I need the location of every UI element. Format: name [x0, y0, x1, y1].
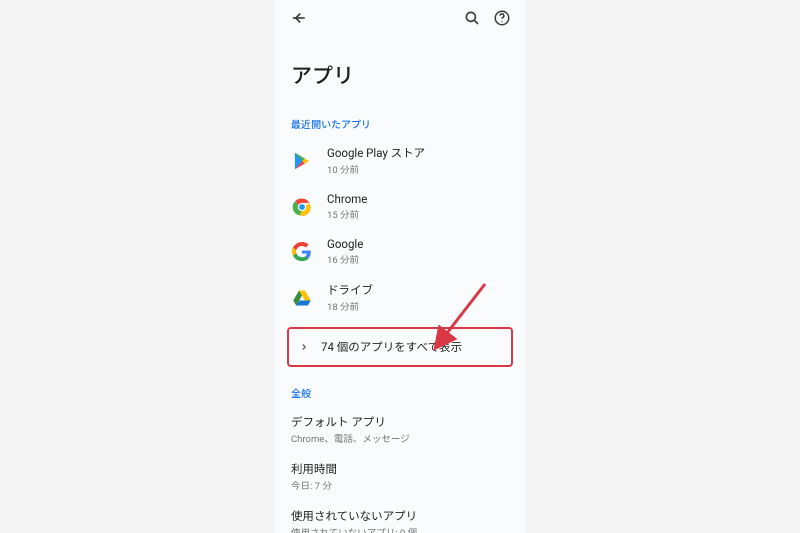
- general-usage-time[interactable]: 利用時間 今日: 7 分: [275, 453, 525, 500]
- back-button[interactable]: [287, 7, 309, 29]
- app-name: Chrome: [327, 192, 367, 206]
- app-row-google[interactable]: Google 16 分前: [275, 229, 525, 274]
- search-icon: [463, 9, 481, 27]
- top-app-bar: [275, 0, 525, 36]
- app-sub: 18 分前: [327, 299, 373, 313]
- show-all-label: 74 個のアプリをすべて表示: [321, 339, 462, 355]
- app-row-drive[interactable]: ドライブ 18 分前: [275, 274, 525, 321]
- chrome-icon: [291, 196, 313, 218]
- section-general-label: 全般: [275, 377, 525, 406]
- drive-icon: [291, 287, 313, 309]
- app-sub: 15 分前: [327, 207, 367, 221]
- app-name: Google: [327, 237, 363, 251]
- phone-screen: アプリ 最近開いたアプリ Google Play ストア 10 分前 Chrom…: [275, 0, 525, 533]
- help-icon: [493, 9, 511, 27]
- app-name: Google Play ストア: [327, 145, 425, 161]
- gen-sub: Chrome、電話、メッセージ: [291, 431, 509, 445]
- play-store-icon: [291, 150, 313, 172]
- app-name: ドライブ: [327, 282, 373, 298]
- gen-title: デフォルト アプリ: [291, 414, 509, 430]
- gen-title: 利用時間: [291, 461, 509, 477]
- app-row-playstore[interactable]: Google Play ストア 10 分前: [275, 137, 525, 184]
- help-button[interactable]: [491, 7, 513, 29]
- section-recent-label: 最近開いたアプリ: [275, 108, 525, 137]
- gen-sub: 今日: 7 分: [291, 478, 509, 492]
- app-row-chrome[interactable]: Chrome 15 分前: [275, 184, 525, 229]
- page-title: アプリ: [275, 36, 525, 108]
- search-button[interactable]: [461, 7, 483, 29]
- general-unused-apps[interactable]: 使用されていないアプリ 使用されていないアプリ: 0 個: [275, 500, 525, 533]
- app-sub: 16 分前: [327, 252, 363, 266]
- show-all-apps-button[interactable]: 74 個のアプリをすべて表示: [287, 327, 513, 367]
- general-default-apps[interactable]: デフォルト アプリ Chrome、電話、メッセージ: [275, 406, 525, 453]
- chevron-right-icon: [299, 342, 309, 352]
- gen-title: 使用されていないアプリ: [291, 508, 509, 524]
- app-sub: 10 分前: [327, 162, 425, 176]
- gen-sub: 使用されていないアプリ: 0 個: [291, 525, 509, 533]
- arrow-left-icon: [289, 9, 307, 27]
- google-icon: [291, 241, 313, 263]
